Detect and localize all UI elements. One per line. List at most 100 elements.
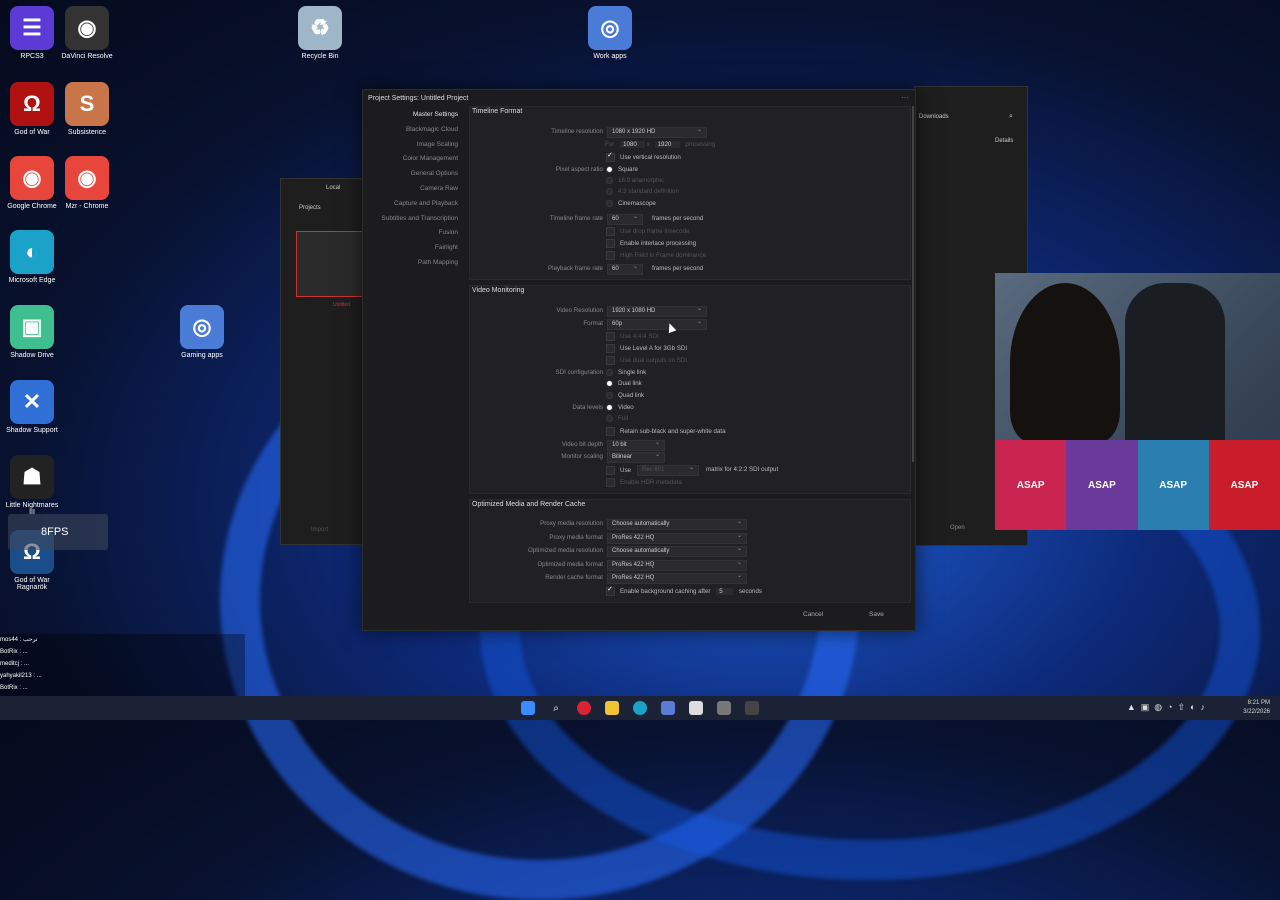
drop-frame-checkbox[interactable] (606, 227, 615, 236)
video-resolution-dropdown[interactable]: 1920 x 1080 HD (607, 305, 707, 317)
settings-nav-item[interactable]: Fairlight (363, 241, 458, 256)
matrix-dropdown[interactable]: Rec.601 (637, 464, 699, 476)
dialog-scrollbar[interactable] (912, 106, 914, 462)
desktop-icon[interactable]: ☗ Little Nightmares III (2, 455, 62, 516)
little-nightmares-icon: ☗ (10, 455, 54, 499)
dialog-menu-icon[interactable]: ··· (901, 93, 909, 102)
monitor-scaling-dropdown[interactable]: Bilinear (607, 451, 665, 463)
desktop-icon[interactable]: ♻ Recycle Bin (290, 6, 350, 60)
desktop-icon[interactable]: ◎ Work apps (580, 6, 640, 60)
project-manager-window[interactable]: Local Projects Untitled Import (280, 178, 367, 545)
system-tray-icons[interactable]: ▲▣◍◔⇧◐♪ (1127, 702, 1210, 713)
sd-radio[interactable] (606, 188, 613, 195)
start-icon[interactable] (521, 701, 535, 715)
frame-rate-dropdown[interactable]: 60 (607, 213, 643, 225)
timeline-format-title: Timeline Format (472, 108, 523, 115)
app-icon[interactable] (689, 701, 703, 715)
optimized-row-dropdown[interactable]: ProRes 422 HQ (607, 559, 747, 571)
height-input[interactable]: 1920 (654, 141, 680, 148)
import-button[interactable]: Import (311, 527, 328, 533)
fps-unit-label: frames per second (652, 215, 704, 222)
optimized-row-dropdown[interactable]: Choose automatically (607, 518, 747, 530)
clock-date: 3/22/2026 (1243, 709, 1270, 715)
fps-overlay: 8FPS (8, 514, 108, 550)
open-button[interactable]: Open (950, 525, 965, 531)
use-label: Use (620, 467, 632, 475)
playback-fps-unit: frames per second (652, 265, 704, 272)
interlace-checkbox[interactable] (606, 239, 615, 248)
local-tab[interactable]: Local (326, 185, 340, 191)
format-label: Format (583, 320, 603, 327)
format-dropdown[interactable]: 60p (607, 318, 707, 330)
field-dominance-checkbox[interactable] (606, 251, 615, 260)
settings-nav-item[interactable]: Image Scaling (363, 138, 458, 153)
dual-link-radio[interactable] (606, 380, 613, 387)
bg-caching-checkbox[interactable] (606, 585, 615, 596)
use-matrix-checkbox[interactable] (606, 466, 615, 475)
settings-nav-item[interactable]: Path Mapping (363, 256, 458, 271)
single-link-radio[interactable] (606, 369, 613, 376)
desktop-icon[interactable]: ☰ RPCS3 (2, 6, 62, 60)
playback-rate-field[interactable]: 60 (607, 263, 643, 275)
bg-caching-seconds-input[interactable]: 5 (716, 588, 734, 596)
cancel-button[interactable]: Cancel (803, 611, 823, 618)
square-radio[interactable] (606, 166, 613, 173)
desktop-icon[interactable]: ◉ Mzr - Chrome (57, 156, 117, 210)
desktop-icon[interactable]: Ω God of War (2, 82, 62, 136)
level-a-checkbox[interactable] (606, 344, 615, 353)
desktop-icon[interactable]: ◐ Microsoft Edge (2, 230, 62, 284)
settings-nav-item[interactable]: Subtitles and Transcription (363, 212, 458, 227)
optimized-row-dropdown[interactable]: Choose automatically (607, 545, 747, 557)
settings-nav-item[interactable]: Blackmagic Cloud (363, 123, 458, 138)
store-icon[interactable] (661, 701, 675, 715)
settings-nav-item[interactable]: Fusion (363, 226, 458, 241)
anamorphic-radio[interactable] (606, 177, 613, 184)
settings-nav-item[interactable]: Camera Raw (363, 182, 458, 197)
bit-depth-dropdown[interactable]: 10 bit (607, 439, 665, 451)
downloads-label[interactable]: Downloads (919, 114, 949, 120)
single-link-label: Single link (618, 369, 647, 377)
keyboard-icon[interactable] (717, 701, 731, 715)
dual-outputs-checkbox[interactable] (606, 356, 615, 365)
details-button[interactable]: Details (995, 138, 1013, 144)
project-settings-dialog: Project Settings: Untitled Project ··· M… (362, 89, 916, 631)
rpcs3-icon: ☰ (10, 6, 54, 50)
cinemascope-radio[interactable] (606, 200, 613, 207)
settings-nav-item[interactable]: Color Management (363, 152, 458, 167)
desktop-icon[interactable]: ◉ Google Chrome (2, 156, 62, 210)
resolve-taskbar-icon[interactable] (745, 701, 759, 715)
for-label: For (605, 141, 615, 148)
optimized-row-dropdown[interactable]: ProRes 422 HQ (607, 532, 747, 544)
width-input[interactable]: 1080 (620, 141, 646, 148)
desktop-icon[interactable]: ✕ Shadow Support (2, 380, 62, 434)
optimized-row-dropdown[interactable]: ProRes 422 HQ (607, 572, 747, 584)
timeline-resolution-dropdown[interactable]: 1080 x 1920 HD (607, 126, 707, 138)
quad-link-radio[interactable] (606, 392, 613, 399)
use-vertical-checkbox[interactable] (606, 151, 615, 162)
full-level-label: Full (618, 415, 628, 423)
full-level-radio[interactable] (606, 415, 613, 422)
desktop-icon[interactable]: S Subsistence (57, 82, 117, 136)
settings-nav-item[interactable]: Capture and Playback (363, 197, 458, 212)
settings-nav-item[interactable]: General Options (363, 167, 458, 182)
save-button[interactable]: Save (869, 611, 884, 618)
hdr-label: Enable HDR metadata (620, 479, 682, 487)
fps-text: 8FPS (41, 526, 69, 538)
file-explorer-icon[interactable] (605, 701, 619, 715)
clock[interactable]: 8:21 PM 3/22/2026 (1243, 699, 1270, 717)
desktop-icon-label: DaVinci Resolve (61, 53, 113, 60)
desktop-icon[interactable]: ◉ DaVinci Resolve (57, 6, 117, 60)
use-444-checkbox[interactable] (606, 332, 615, 341)
search-icon[interactable]: ⌕ (549, 701, 563, 715)
browser-icon[interactable] (577, 701, 591, 715)
project-thumbnail[interactable] (296, 231, 366, 297)
edge-icon[interactable] (633, 701, 647, 715)
desktop-icon[interactable]: ▣ Shadow Drive (2, 305, 62, 359)
video-level-radio[interactable] (606, 404, 613, 411)
settings-nav: Master Settings Blackmagic Cloud Image Sca… (363, 108, 458, 271)
retain-checkbox[interactable] (606, 427, 615, 436)
settings-nav-item[interactable]: Master Settings (363, 108, 458, 123)
hdr-checkbox[interactable] (606, 478, 615, 487)
desktop-icon[interactable]: ◎ Gaming apps (172, 305, 232, 359)
search-icon[interactable]: ⌕ (1009, 113, 1013, 121)
